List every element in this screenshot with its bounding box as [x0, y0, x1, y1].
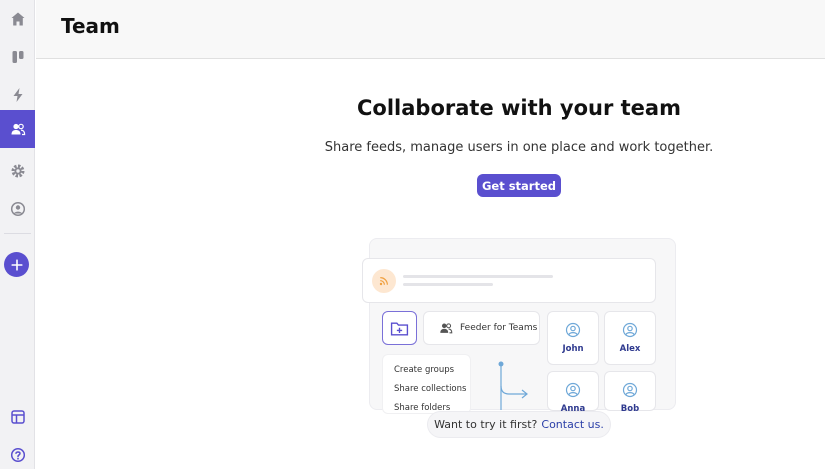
connector-arrow [498, 361, 528, 410]
help-icon [10, 447, 25, 463]
sidebar-item-layout[interactable] [0, 398, 35, 436]
user-card: Anna [547, 371, 599, 414]
team-icon [11, 123, 25, 136]
page-header: Team [36, 0, 825, 59]
rss-badge [372, 269, 396, 293]
user-icon [622, 382, 638, 398]
add-button[interactable] [4, 252, 29, 277]
layout-icon [10, 410, 25, 424]
feed-card [362, 258, 656, 303]
sidebar-item-home[interactable] [0, 0, 35, 38]
folder-plus-icon [390, 322, 409, 336]
account-icon [10, 201, 25, 217]
user-name: John [562, 344, 584, 354]
sidebar-item-rules[interactable] [0, 76, 35, 114]
user-icon [622, 322, 638, 338]
user-name: Bob [620, 404, 640, 414]
placeholder-line [403, 275, 553, 278]
hero-title: Collaborate with your team [357, 96, 681, 120]
board-icon [12, 51, 23, 63]
actions-list: Create groups Share collections Share fo… [382, 354, 471, 414]
team-icon [440, 323, 453, 334]
sidebar [0, 0, 35, 469]
list-item: Share collections [394, 384, 467, 394]
feeder-label: Feeder for Teams [460, 323, 538, 333]
app-root: Team Collaborate with your team Share fe… [0, 0, 825, 469]
new-folder-tile [382, 311, 417, 345]
placeholder-line [403, 283, 493, 286]
sidebar-item-help[interactable] [0, 436, 35, 469]
lightning-icon [13, 88, 22, 102]
plus-icon [10, 258, 23, 271]
home-icon [11, 12, 24, 26]
contact-us-link[interactable]: Contact us. [541, 418, 604, 431]
sidebar-item-boards[interactable] [0, 38, 35, 76]
rss-icon [379, 277, 388, 286]
sidebar-divider [4, 233, 31, 234]
gear-icon [11, 164, 24, 178]
sidebar-item-team[interactable] [0, 110, 35, 148]
user-icon [565, 322, 581, 338]
user-card: Alex [604, 311, 656, 365]
try-banner: Want to try it first? Contact us. [427, 411, 611, 438]
user-card: John [547, 311, 599, 365]
sidebar-item-settings[interactable] [0, 152, 35, 190]
user-icon [565, 382, 581, 398]
page-title: Team [61, 14, 120, 38]
try-text: Want to try it first? [434, 418, 538, 431]
hero-subtitle: Share feeds, manage users in one place a… [324, 140, 714, 155]
sidebar-item-account[interactable] [0, 190, 35, 228]
list-item: Create groups [394, 365, 455, 375]
feeder-for-teams-tile: Feeder for Teams [423, 311, 540, 345]
get-started-button[interactable]: Get started [477, 174, 561, 197]
user-name: Alex [619, 344, 641, 354]
user-card: Bob [604, 371, 656, 414]
